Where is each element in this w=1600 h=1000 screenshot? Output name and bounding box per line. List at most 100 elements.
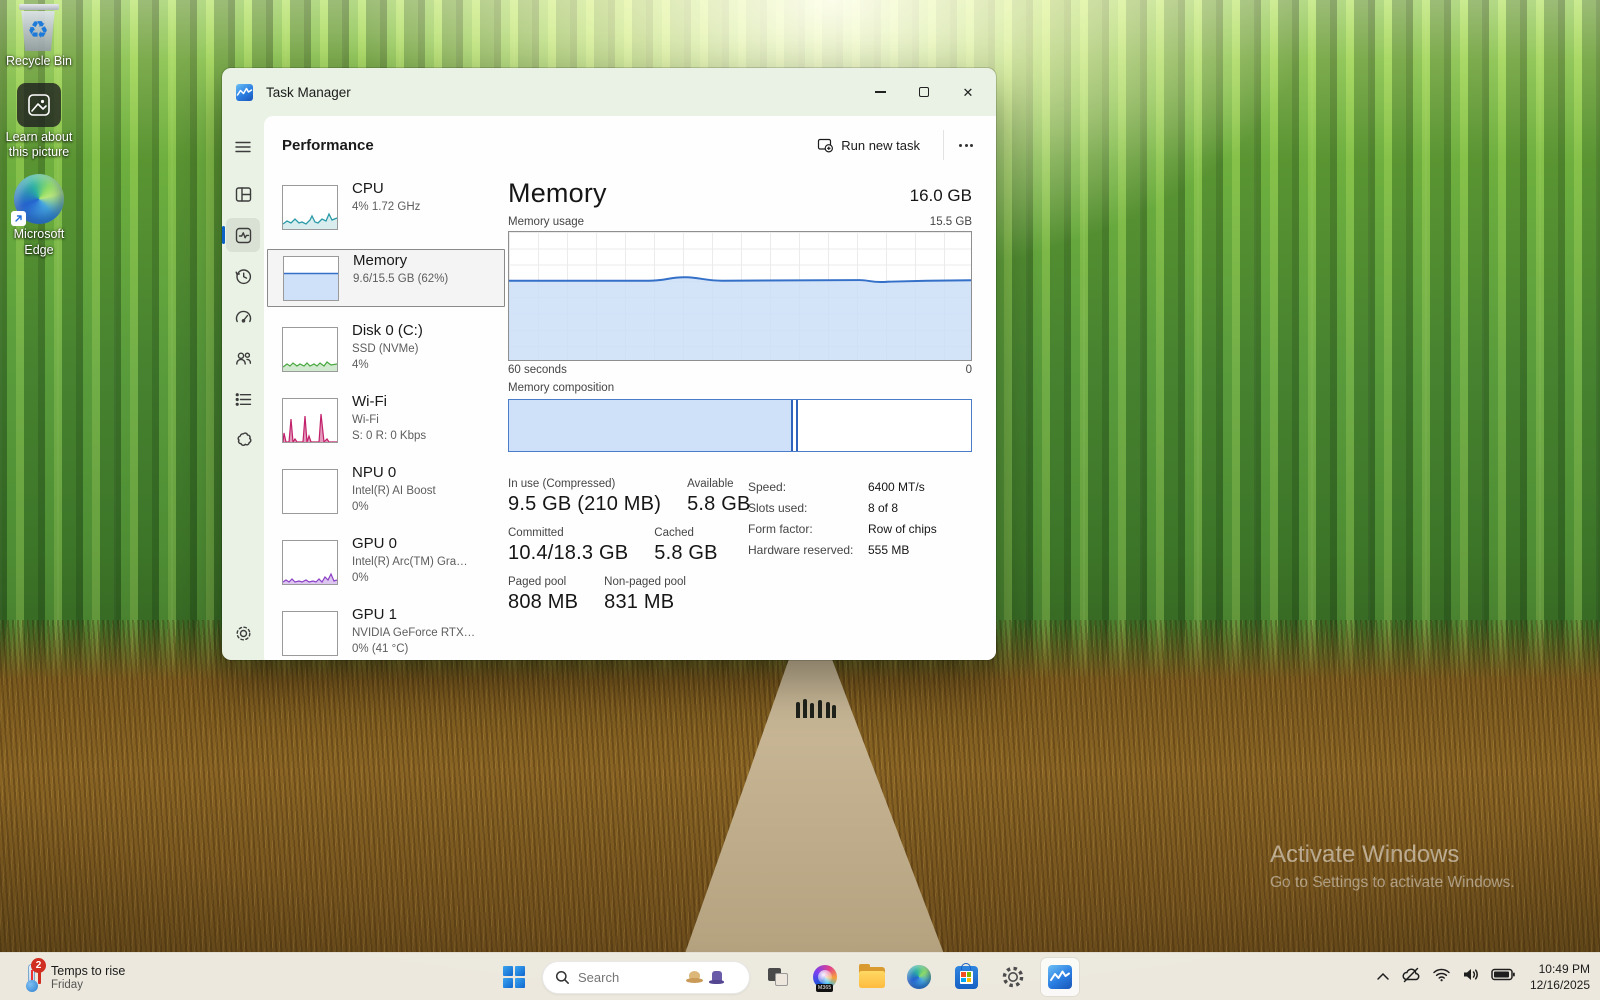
composition-modified-segment <box>793 400 798 451</box>
widgets-button[interactable]: 2 Temps to rise Friday <box>14 958 131 996</box>
cloud-status-button[interactable] <box>1401 967 1421 988</box>
nav-menu-button[interactable] <box>226 130 260 164</box>
title-bar[interactable]: Task Manager ✕ <box>222 68 996 116</box>
store-button[interactable] <box>947 958 985 996</box>
gpu1-mini-graph <box>282 611 338 656</box>
task-manager-taskbar-button[interactable] <box>1041 958 1079 996</box>
perf-item-cpu[interactable]: CPU 4% 1.72 GHz <box>265 178 491 236</box>
tray-chevron-icon <box>1376 972 1390 981</box>
perf-item-gpu0[interactable]: GPU 0 Intel(R) Arc(TM) Gra… 0% <box>265 533 491 591</box>
processes-icon <box>234 185 253 204</box>
maximize-icon <box>919 87 929 97</box>
copilot-button[interactable]: M365 <box>806 958 844 996</box>
perf-item-name: GPU 0 <box>352 534 468 554</box>
picture-info-icon <box>17 83 61 127</box>
learn-about-picture-shortcut[interactable]: Learn about this picture <box>0 83 78 161</box>
perf-item-name: Memory <box>353 251 448 271</box>
sidebar-item-processes[interactable] <box>226 177 260 211</box>
run-new-task-button[interactable]: Run new task <box>807 130 930 160</box>
memory-total: 16.0 GB <box>910 186 972 209</box>
search-input[interactable] <box>578 970 686 985</box>
more-options-button[interactable] <box>950 130 982 160</box>
edge-icon <box>907 965 931 989</box>
sidebar-item-performance[interactable] <box>226 218 260 252</box>
task-manager-window: Task Manager ✕ <box>222 68 996 660</box>
cpu-mini-graph <box>282 185 338 230</box>
page-header: Performance Run new task <box>264 116 996 174</box>
stat-cached: Cached 5.8 GB <box>654 527 717 565</box>
sidebar-item-startup-apps[interactable] <box>226 300 260 334</box>
perf-item-npu[interactable]: NPU 0 Intel(R) AI Boost 0% <box>265 462 491 520</box>
perf-item-disk[interactable]: Disk 0 (C:) SSD (NVMe) 4% <box>265 320 491 378</box>
perf-item-name: CPU <box>352 179 420 199</box>
close-icon: ✕ <box>963 86 974 99</box>
edge-icon <box>14 174 64 224</box>
memory-mini-graph <box>283 256 339 301</box>
weather-badge: 2 <box>31 958 46 973</box>
file-explorer-button[interactable] <box>853 958 891 996</box>
run-new-task-label: Run new task <box>841 138 920 153</box>
stat-paged-pool: Paged pool 808 MB <box>508 576 578 614</box>
perf-item-gpu1[interactable]: GPU 1 NVIDIA GeForce RTX… 0% (41 °C) <box>265 604 491 660</box>
cloud-off-icon <box>1401 967 1421 983</box>
perf-item-memory[interactable]: Memory 9.6/15.5 GB (62%) <box>267 249 505 307</box>
memory-detail-pane: Memory 16.0 GB Memory usage 15.5 GB 60 s… <box>508 178 972 625</box>
battery-icon <box>1491 968 1515 981</box>
search-highlight-tophat-icon[interactable] <box>709 971 724 984</box>
sidebar-item-settings[interactable] <box>226 616 260 650</box>
perf-item-stat: 4% 1.72 GHz <box>352 199 420 215</box>
memory-usage-graph[interactable] <box>508 231 972 361</box>
sidebar-item-services[interactable] <box>226 423 260 457</box>
usage-area-series <box>509 232 971 360</box>
sidebar-item-app-history[interactable] <box>226 259 260 293</box>
network-button[interactable] <box>1432 967 1451 987</box>
tray-overflow-button[interactable] <box>1376 968 1390 986</box>
perf-item-stat2: S: 0 R: 0 Kbps <box>352 428 426 444</box>
perf-item-stat2: 0% (41 °C) <box>352 641 475 657</box>
page-title: Performance <box>282 137 374 154</box>
users-icon <box>234 349 253 368</box>
perf-item-stat: Intel(R) AI Boost <box>352 483 436 499</box>
file-explorer-icon <box>859 967 885 988</box>
weather-day: Friday <box>51 979 125 991</box>
m365-badge: M365 <box>816 984 833 992</box>
clock[interactable]: 10:49 PM 12/16/2025 <box>1530 961 1590 993</box>
task-view-button[interactable] <box>759 958 797 996</box>
perf-item-stat: 9.6/15.5 GB (62%) <box>353 271 448 287</box>
minimize-button[interactable] <box>858 75 902 109</box>
window-title: Task Manager <box>266 85 351 100</box>
hardware-stats: Speed:6400 MT/s Slots used:8 of 8 Form f… <box>748 480 937 557</box>
perf-item-wifi[interactable]: Wi-Fi Wi-Fi S: 0 R: 0 Kbps <box>265 391 491 449</box>
store-icon <box>955 966 978 989</box>
memory-stats: In use (Compressed) 9.5 GB (210 MB) Avai… <box>508 478 972 614</box>
close-button[interactable]: ✕ <box>946 75 990 109</box>
volume-button[interactable] <box>1462 967 1480 987</box>
watermark-title: Activate Windows <box>1270 841 1515 869</box>
sidebar-item-details[interactable] <box>226 382 260 416</box>
edge-button[interactable] <box>900 958 938 996</box>
services-icon <box>234 431 253 450</box>
perf-item-name: Wi-Fi <box>352 392 426 412</box>
maximize-button[interactable] <box>902 75 946 109</box>
desktop-icon-label: Recycle Bin <box>6 54 72 70</box>
perf-item-stat: Wi-Fi <box>352 412 426 428</box>
axis-left-label: 60 seconds <box>508 364 567 376</box>
battery-button[interactable] <box>1491 968 1515 986</box>
perf-item-name: NPU 0 <box>352 463 436 483</box>
axis-right-label: 0 <box>966 364 972 376</box>
sidebar-item-users[interactable] <box>226 341 260 375</box>
perf-item-stat: SSD (NVMe) <box>352 341 423 357</box>
nav-sidebar <box>222 116 264 660</box>
search-highlight-hat-icon[interactable] <box>686 971 703 983</box>
clock-time: 10:49 PM <box>1530 961 1590 977</box>
task-manager-app-icon <box>236 84 253 101</box>
settings-button[interactable] <box>994 958 1032 996</box>
memory-composition-bar[interactable] <box>508 399 972 452</box>
task-manager-icon <box>1048 965 1072 989</box>
recycle-bin-shortcut[interactable]: ♻ Recycle Bin <box>0 4 78 70</box>
minimize-icon <box>875 91 886 92</box>
search-box[interactable] <box>542 961 750 994</box>
performance-list: CPU 4% 1.72 GHz Memory 9.6/15.5 GB (62%)… <box>265 178 491 660</box>
start-button[interactable] <box>495 958 533 996</box>
microsoft-edge-shortcut[interactable]: Microsoft Edge <box>0 174 78 258</box>
